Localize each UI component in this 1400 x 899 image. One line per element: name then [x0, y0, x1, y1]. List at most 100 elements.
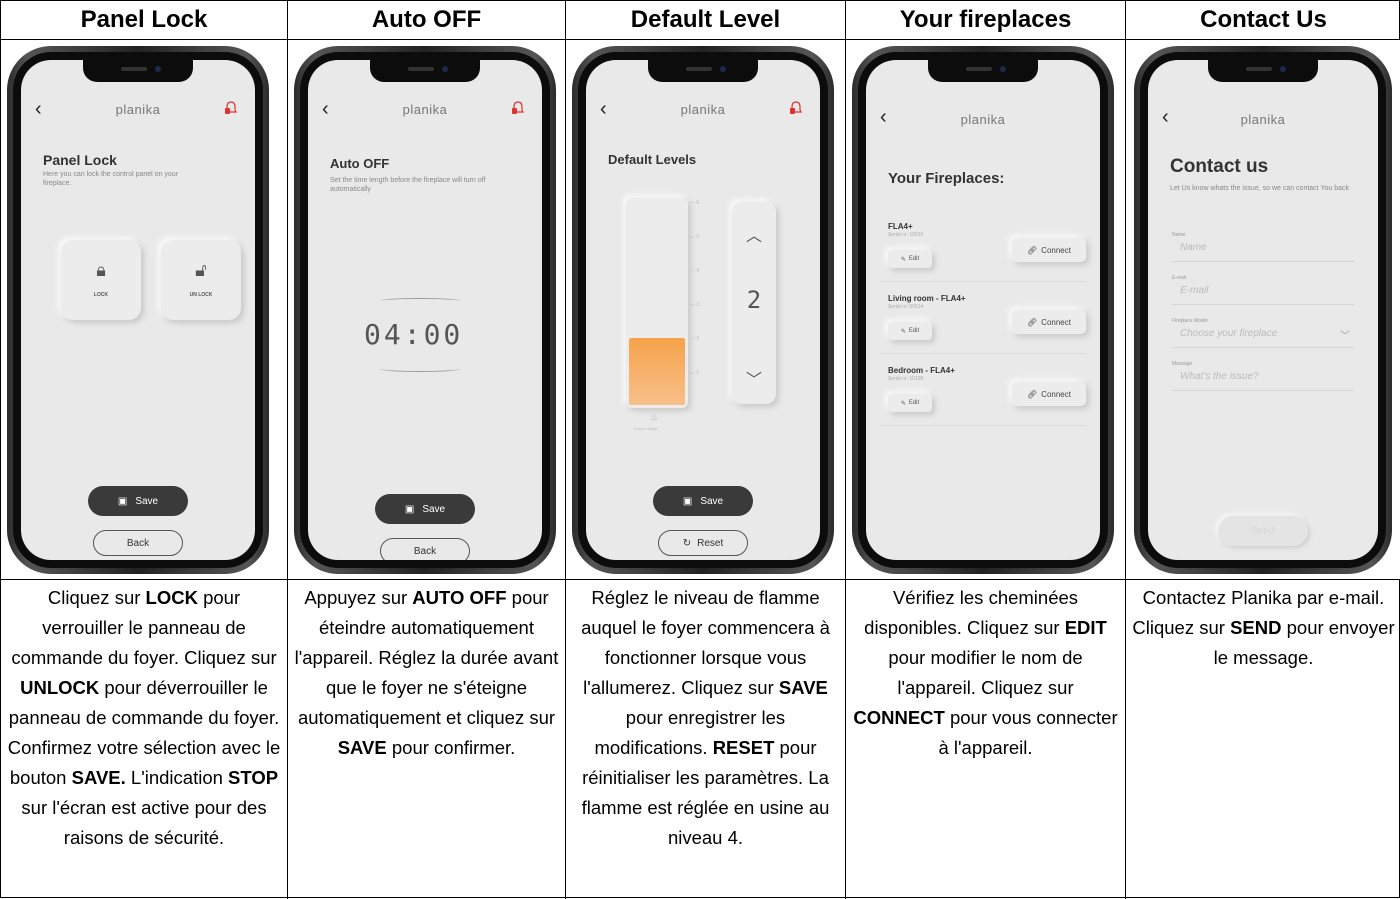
column-auto-off: Auto OFF ‹ planika Auto OFF Set the time…: [288, 1, 566, 899]
edit-button[interactable]: ✎ Edit: [888, 394, 932, 412]
save-icon: ▣: [682, 495, 693, 507]
unlock-icon: 🔓︎: [195, 260, 207, 280]
column-your-fireplaces: Your fireplaces ‹ planika Your Fireplace…: [846, 1, 1126, 899]
fireplace-serial: Serial nr: 10138: [888, 376, 924, 382]
brand-logo: planika: [680, 102, 726, 117]
save-icon: ▣: [404, 503, 415, 515]
brand-logo: planika: [960, 112, 1006, 127]
column-header: Contact Us: [1126, 1, 1400, 40]
bold-keyword: SAVE.: [71, 767, 126, 788]
link-icon: 🔗︎: [1027, 317, 1038, 327]
edit-button[interactable]: ✎ Edit: [888, 250, 932, 268]
bold-keyword: SEND: [1230, 617, 1282, 638]
brand-logo: planika: [115, 102, 161, 117]
scale-tick-label: — 6: [690, 200, 700, 206]
screen-subtitle: Set the time length before the fireplace…: [330, 177, 486, 193]
flame-icon: ♨: [650, 412, 659, 422]
lock-notification-icon[interactable]: [510, 100, 526, 116]
edit-icon: ✎: [900, 400, 906, 407]
phone-screen: ‹ planika Panel Lock Here you can lock t…: [21, 60, 255, 560]
back-button[interactable]: Back: [93, 530, 183, 556]
column-contact-us: Contact Us ‹ planika Contact us Let Us k…: [1126, 1, 1400, 899]
phone-screenshot: ‹ planika Default Levels — 6— 5— 4— 3— 2…: [566, 40, 845, 580]
screen-title: Panel Lock: [43, 152, 117, 168]
screen-subtitle: Let Us know whats the issue, so we can c…: [1170, 185, 1349, 192]
column-description: Cliquez sur LOCK pour verrouiller le pan…: [7, 587, 281, 848]
field-label: E-mail: [1172, 275, 1187, 281]
send-button[interactable]: Send: [1218, 516, 1308, 546]
bold-keyword: SAVE: [337, 737, 387, 758]
fireplace-serial: Serial nr: 10010: [888, 232, 924, 238]
field-placeholder: What's the issue?: [1180, 371, 1259, 382]
phone-screenshot: ‹ planika Panel Lock Here you can lock t…: [1, 40, 287, 580]
phone-screen: ‹ planika Your Fireplaces: FLA4+ Serial n…: [866, 60, 1100, 560]
flame-level-bar[interactable]: [626, 198, 688, 408]
connect-button[interactable]: 🔗︎ Connect: [1012, 238, 1086, 262]
field-placeholder: Choose your fireplace: [1180, 328, 1278, 339]
timer-up-chevron-icon[interactable]: [380, 298, 460, 304]
field-label: Name: [1172, 232, 1186, 238]
form-field[interactable]: Message What's the issue?: [1172, 361, 1354, 391]
phone-frame: ‹ planika Contact us Let Us know whats t…: [1134, 46, 1392, 574]
edit-icon: ✎: [900, 256, 906, 263]
form-field[interactable]: Name Name: [1172, 232, 1354, 262]
connect-button[interactable]: 🔗︎ Connect: [1012, 382, 1086, 406]
column-header: Default Level: [566, 1, 845, 40]
edit-button[interactable]: ✎ Edit: [888, 322, 932, 340]
form-field[interactable]: Fireplace Model Choose your fireplace ﹀: [1172, 318, 1354, 348]
fireplace-serial: Serial nr: 09614: [888, 304, 924, 310]
bold-keyword: LOCK: [145, 587, 198, 608]
brand-logo: planika: [1240, 112, 1286, 127]
save-button[interactable]: ▣ Save: [88, 486, 188, 516]
lock-notification-icon[interactable]: [223, 100, 239, 116]
scale-tick-label: — 2: [690, 336, 700, 342]
scale-tick-label: — 5: [690, 234, 700, 240]
level-down-chevron-icon[interactable]: ﹀: [732, 366, 776, 390]
save-button[interactable]: ▣ Save: [375, 494, 475, 524]
scale-tick-label: — 1: [690, 370, 700, 376]
column-description: Appuyez sur AUTO OFF pour éteindre autom…: [294, 587, 559, 758]
level-value: 2: [746, 286, 762, 314]
phone-frame: ‹ planika Your Fireplaces: FLA4+ Serial n…: [852, 46, 1114, 574]
form-field[interactable]: E-mail E-mail: [1172, 275, 1354, 305]
reset-icon: ↻: [682, 537, 692, 549]
bold-keyword: RESET: [712, 737, 775, 758]
phone-screen: ‹ planika Contact us Let Us know whats t…: [1148, 60, 1378, 560]
connect-button[interactable]: 🔗︎ Connect: [1012, 310, 1086, 334]
bold-keyword: UNLOCK: [20, 677, 100, 698]
column-header: Your fireplaces: [846, 1, 1125, 40]
level-scale: — 6 — 5 — 4 — 3 — 2 — 1: [690, 200, 710, 400]
fireplace-name: Bedroom - FLA4+: [888, 366, 955, 375]
bold-keyword: AUTO OFF: [412, 587, 507, 608]
flame-level-fill: [629, 338, 685, 405]
screen-title: Your Fireplaces:: [888, 170, 1005, 187]
column-description: Vérifiez les cheminées disponibles. Cliq…: [853, 587, 1118, 758]
edit-icon: ✎: [900, 328, 906, 335]
lock-notification-icon[interactable]: [788, 100, 804, 116]
link-icon: 🔗︎: [1027, 389, 1038, 399]
screen-title: Default Levels: [608, 152, 697, 167]
reset-button[interactable]: ↻ Reset: [658, 530, 748, 556]
fireplace-name: Living room - FLA4+: [888, 294, 966, 303]
unlock-card[interactable]: 🔓︎ UN LOCK: [161, 240, 241, 320]
column-default-level: Default Level ‹ planika Default Levels —…: [566, 1, 846, 899]
fireplace-item: FLA4+ Serial nr: 10010 ✎ Edit 🔗︎ Connect: [880, 216, 1086, 282]
lock-card[interactable]: 🔒︎ LOCK: [61, 240, 141, 320]
fireplace-item: Living room - FLA4+ Serial nr: 09614 ✎ Edit…: [880, 288, 1086, 354]
bold-keyword: STOP: [228, 767, 279, 788]
lock-label: LOCK: [93, 292, 109, 298]
phone-frame: ‹ planika Auto OFF Set the time length b…: [294, 46, 556, 574]
brand-logo: planika: [402, 102, 448, 117]
save-button[interactable]: ▣ Save: [653, 486, 753, 516]
column-description: Réglez le niveau de flamme auquel le foy…: [581, 587, 830, 848]
screen-subtitle: Here you can lock the control panel on y…: [43, 171, 179, 187]
back-button[interactable]: Back: [380, 538, 470, 560]
phone-screenshot: ‹ planika Contact us Let Us know whats t…: [1126, 40, 1400, 580]
phone-frame: ‹ planika Default Levels — 6— 5— 4— 3— 2…: [572, 46, 834, 574]
level-stepper[interactable]: ︿ 2 ﹀: [732, 202, 776, 404]
field-placeholder: Name: [1180, 242, 1207, 253]
timer-down-chevron-icon[interactable]: [380, 366, 460, 372]
phone-frame: ‹ planika Panel Lock Here you can lock t…: [7, 46, 269, 574]
level-up-chevron-icon[interactable]: ︿: [732, 222, 776, 246]
timer-display[interactable]: 04:00: [364, 318, 463, 351]
